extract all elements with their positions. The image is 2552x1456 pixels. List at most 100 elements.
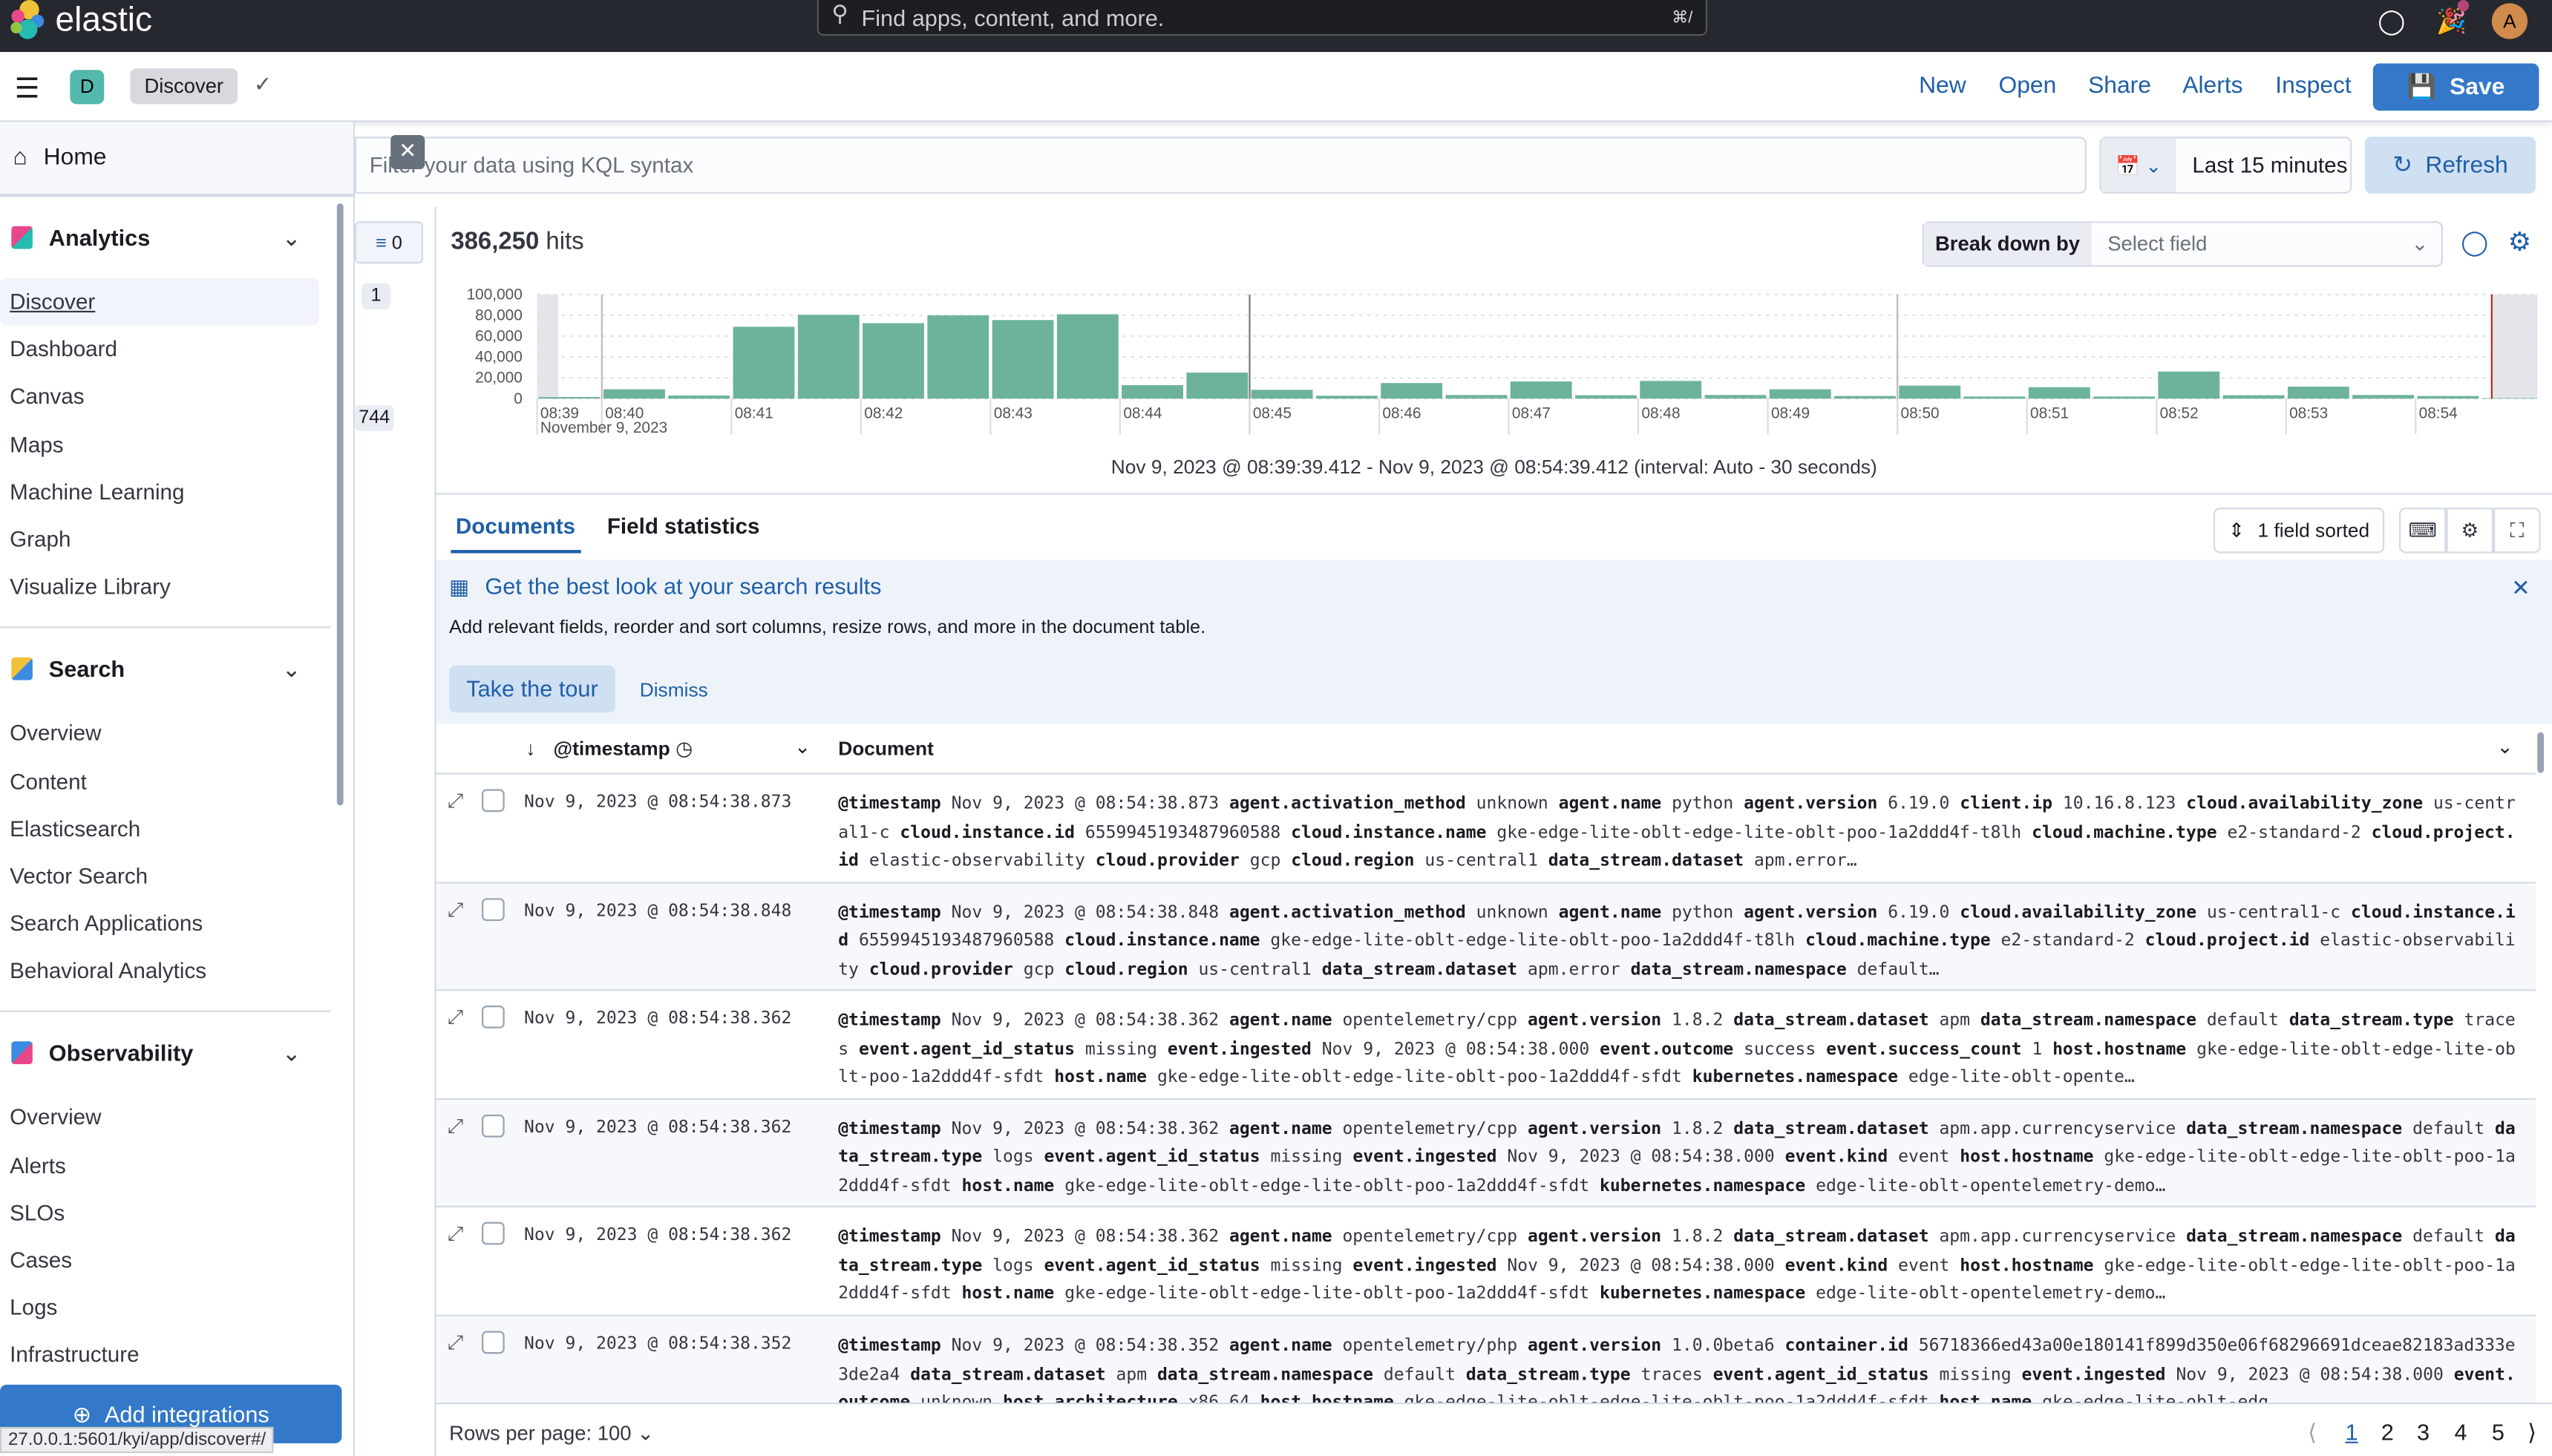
page-5[interactable]: 5	[2492, 1419, 2504, 1445]
expand-row-icon[interactable]: ⤢	[448, 1331, 463, 1356]
row-checkbox[interactable]	[482, 1006, 505, 1029]
elastic-logo[interactable]: elastic	[10, 0, 152, 42]
row-checkbox[interactable]	[482, 1114, 505, 1138]
sidebar-item-dashboard[interactable]: Dashboard	[0, 326, 319, 373]
chevron-down-icon: ⌄	[281, 223, 301, 250]
expand-row-icon[interactable]: ⤢	[448, 1006, 463, 1030]
page-2[interactable]: 2	[2381, 1419, 2394, 1445]
user-avatar[interactable]: A	[2491, 3, 2528, 39]
close-callout-icon[interactable]: ✕	[2511, 574, 2530, 602]
close-icon[interactable]: ✕	[390, 134, 425, 170]
field-name: cloud.instance.name	[1291, 822, 1487, 842]
sidebar-group-search[interactable]: Search ⌄	[0, 645, 353, 694]
sidebar-item-overview[interactable]: Overview	[0, 710, 319, 758]
table-scrollbar[interactable]	[2537, 732, 2545, 773]
sidebar-item-overview[interactable]: Overview	[0, 1094, 319, 1141]
sort-desc-icon[interactable]: ↓	[526, 737, 535, 760]
field-name: @timestamp	[838, 793, 941, 814]
space-avatar[interactable]: D	[70, 70, 105, 105]
sidebar-item-graph[interactable]: Graph	[0, 516, 319, 563]
field-filter-button[interactable]: ≡ 0	[354, 221, 424, 264]
hamburger-menu-icon[interactable]: ☰	[15, 73, 39, 106]
sidebar-item-logs[interactable]: Logs	[0, 1284, 319, 1331]
histogram-chart[interactable]: 100,00080,00060,00040,00020,000008:39 08:…	[436, 277, 2552, 456]
table-icon: ▦	[449, 574, 470, 599]
share-link[interactable]: Share	[2088, 73, 2151, 99]
sidebar-group-observability[interactable]: Observability ⌄	[0, 1029, 353, 1078]
tab-documents[interactable]: Documents	[451, 514, 580, 554]
page-3[interactable]: 3	[2417, 1419, 2430, 1445]
breakdown-field-select[interactable]: Select field ⌄	[2091, 223, 2441, 265]
open-link[interactable]: Open	[1999, 73, 2057, 99]
sidebar-item-behavioral-analytics[interactable]: Behavioral Analytics	[0, 948, 319, 995]
alerts-link[interactable]: Alerts	[2182, 73, 2242, 99]
take-tour-button[interactable]: Take the tour	[449, 665, 615, 713]
x-tick-label: 08:42	[864, 404, 903, 422]
expand-row-icon[interactable]: ⤢	[448, 1114, 463, 1138]
page-1[interactable]: 1	[2346, 1419, 2358, 1445]
sidebar-item-visualize-library[interactable]: Visualize Library	[0, 563, 319, 611]
sidebar-item-elasticsearch[interactable]: Elasticsearch	[0, 805, 319, 853]
sidebar-scrollbar[interactable]	[336, 203, 344, 806]
sidebar-item-infrastructure[interactable]: Infrastructure	[0, 1331, 319, 1379]
column-header-timestamp[interactable]: @timestamp ◷	[553, 737, 693, 760]
next-page-icon[interactable]: ⟩	[2528, 1419, 2536, 1446]
sidebar-item-content[interactable]: Content	[0, 758, 319, 805]
field-name: cloud.machine.type	[2032, 822, 2217, 842]
row-checkbox[interactable]	[482, 897, 505, 921]
lifebuoy-icon[interactable]: ◯	[2378, 7, 2405, 36]
sidebar-item-machine-learning[interactable]: Machine Learning	[0, 468, 319, 516]
field-value: Nov 9, 2023 @ 08:54:38.000	[2176, 1364, 2444, 1384]
sidebar-item-home[interactable]: ⌂ Home	[0, 122, 353, 197]
new-link[interactable]: New	[1919, 73, 1966, 99]
sidebar-item-cases[interactable]: Cases	[0, 1236, 319, 1284]
calendar-icon[interactable]: 📅 ⌄	[2101, 138, 2176, 192]
row-timestamp: Nov 9, 2023 @ 08:54:38.362	[524, 1009, 792, 1029]
dismiss-button[interactable]: Dismiss	[640, 678, 708, 701]
field-value: Nov 9, 2023 @ 08:54:38.000	[1507, 1147, 1775, 1167]
display-settings-icon[interactable]: ⚙	[2446, 508, 2494, 554]
prev-page-icon[interactable]: ⟨	[2308, 1419, 2317, 1446]
save-button[interactable]: 💾 Save	[2372, 63, 2539, 111]
observability-icon	[11, 1042, 33, 1065]
document-column-menu-icon[interactable]: ⌄	[2496, 735, 2513, 758]
row-checkbox[interactable]	[482, 1331, 505, 1354]
sidebar-group-analytics[interactable]: Analytics ⌄	[0, 213, 353, 262]
sidebar-item-discover[interactable]: Discover	[0, 278, 319, 326]
sidebar-item-maps[interactable]: Maps	[0, 421, 319, 468]
field-value: gke-edge-lite-oblt-edge-lite-oblt-poo-1a…	[1064, 1284, 1590, 1305]
timestamp-column-menu-icon[interactable]: ⌄	[794, 735, 811, 758]
column-header-document[interactable]: Document	[838, 737, 934, 760]
sidebar-item-slos[interactable]: SLOs	[0, 1189, 319, 1236]
row-checkbox[interactable]	[482, 1222, 505, 1246]
hits-count: 386,250 hits	[451, 228, 583, 255]
histogram-bar	[2287, 387, 2349, 399]
histogram-bar	[2481, 398, 2538, 399]
histogram-bar	[992, 320, 1054, 399]
sidebar-item-search-applications[interactable]: Search Applications	[0, 900, 319, 948]
sidebar-item-canvas[interactable]: Canvas	[0, 373, 319, 421]
expand-row-icon[interactable]: ⤢	[448, 1222, 463, 1247]
fullscreen-icon[interactable]: ⛶	[2493, 508, 2541, 554]
x-tick-label: 08:45	[1253, 404, 1292, 422]
rows-per-page-select[interactable]: Rows per page: 100 ⌄	[449, 1420, 654, 1445]
sort-fields-button[interactable]: ⇕ 1 field sorted	[2213, 508, 2385, 554]
page-4[interactable]: 4	[2454, 1419, 2467, 1445]
inspect-link[interactable]: Inspect	[2275, 73, 2352, 99]
gear-icon[interactable]: ⚙	[2508, 226, 2531, 259]
breakdown-select[interactable]: Break down by Select field ⌄	[1922, 221, 2444, 267]
expand-row-icon[interactable]: ⤢	[448, 897, 463, 922]
keyboard-icon[interactable]: ⌨	[2398, 508, 2447, 554]
row-checkbox[interactable]	[482, 789, 505, 813]
sidebar-item-alerts[interactable]: Alerts	[0, 1141, 319, 1189]
chart-options-icon[interactable]: ◯	[2461, 228, 2488, 257]
tab-field-statistics[interactable]: Field statistics	[607, 514, 760, 554]
date-picker[interactable]: 📅 ⌄ Last 15 minutes	[2099, 137, 2352, 194]
global-search-input[interactable]: ⚲ Find apps, content, and more. ⌘/	[817, 0, 1708, 36]
sidebar-item-vector-search[interactable]: Vector Search	[0, 853, 319, 900]
refresh-button[interactable]: ↻ Refresh	[2364, 137, 2536, 194]
field-value: logs	[992, 1256, 1034, 1276]
kql-query-input[interactable]: Filter your data using KQL syntax	[354, 137, 2087, 194]
breadcrumb-discover[interactable]: Discover	[130, 68, 238, 105]
expand-row-icon[interactable]: ⤢	[448, 789, 463, 813]
